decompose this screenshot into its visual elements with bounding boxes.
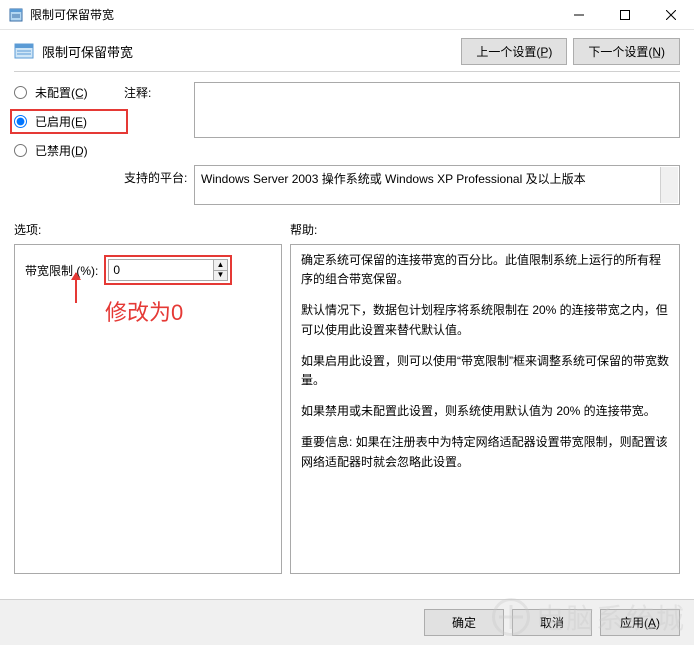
annotation-arrow-icon [75, 273, 77, 303]
previous-setting-button[interactable]: 上一个设置(P̲) [461, 38, 567, 65]
top-grid: 未配置(C̲) 已启用(E̲) 已禁用(D̲) 注释: [14, 82, 680, 159]
options-panel: 带宽限制 (%): ▲ ▼ 修改为0 [14, 244, 282, 574]
radio-not-configured-label: 未配置(C̲) [35, 84, 88, 101]
platform-label: 支持的平台: [124, 165, 194, 186]
window-titlebar: 限制可保留带宽 [0, 0, 694, 30]
platform-box: Windows Server 2003 操作系统或 Windows XP Pro… [194, 165, 680, 205]
ok-button[interactable]: 确定 [424, 609, 504, 636]
help-paragraph: 默认情况下，数据包计划程序将系统限制在 20% 的连接带宽之内，但可以使用此设置… [301, 301, 669, 339]
spin-up-button[interactable]: ▲ [214, 260, 228, 271]
next-setting-button[interactable]: 下一个设置(N̲) [573, 38, 680, 65]
help-panel[interactable]: 确定系统可保留的连接带宽的百分比。此值限制系统上运行的所有程序的组合带宽保留。 … [290, 244, 680, 574]
content-area: 限制可保留带宽 上一个设置(P̲) 下一个设置(N̲) 未配置(C̲) 已启用(… [0, 30, 694, 574]
radio-disabled-input[interactable] [14, 144, 27, 157]
bandwidth-row: 带宽限制 (%): ▲ ▼ [25, 255, 271, 285]
options-section-label: 选项: [14, 221, 282, 238]
help-paragraph: 如果禁用或未配置此设置，则系统使用默认值为 20% 的连接带宽。 [301, 402, 669, 421]
maximize-button[interactable] [602, 0, 648, 30]
comment-textarea[interactable] [194, 82, 680, 138]
comment-label: 注释: [124, 82, 194, 159]
bandwidth-input[interactable] [109, 260, 212, 280]
header-buttons: 上一个设置(P̲) 下一个设置(N̲) [461, 38, 680, 65]
radio-enabled[interactable]: 已启用(E̲) [14, 113, 122, 130]
divider [14, 71, 680, 72]
close-button[interactable] [648, 0, 694, 30]
platform-value: Windows Server 2003 操作系统或 Windows XP Pro… [201, 172, 586, 186]
page-title: 限制可保留带宽 [42, 42, 133, 61]
header-row: 限制可保留带宽 上一个设置(P̲) 下一个设置(N̲) [14, 38, 680, 65]
spin-down-button[interactable]: ▼ [214, 271, 228, 281]
header-left: 限制可保留带宽 [14, 42, 133, 62]
titlebar-left: 限制可保留带宽 [8, 6, 114, 23]
two-column-area: 带宽限制 (%): ▲ ▼ 修改为0 确定系统可保留的连接带宽的百分比。此值限制… [14, 244, 680, 574]
spinner-buttons: ▲ ▼ [213, 260, 228, 280]
radio-disabled-label: 已禁用(D̲) [35, 142, 88, 159]
state-radio-group: 未配置(C̲) 已启用(E̲) 已禁用(D̲) [14, 82, 124, 159]
radio-disabled[interactable]: 已禁用(D̲) [14, 142, 124, 159]
help-paragraph: 如果启用此设置，则可以使用“带宽限制”框来调整系统可保留的带宽数量。 [301, 352, 669, 390]
policy-icon [14, 42, 34, 62]
platform-row: 支持的平台: Windows Server 2003 操作系统或 Windows… [14, 165, 680, 205]
annotation-text: 修改为0 [105, 295, 183, 327]
radio-enabled-highlight: 已启用(E̲) [10, 109, 128, 134]
bandwidth-spinner[interactable]: ▲ ▼ [108, 259, 228, 281]
radio-not-configured[interactable]: 未配置(C̲) [14, 84, 124, 101]
section-labels: 选项: 帮助: [14, 221, 680, 238]
help-section-label: 帮助: [290, 221, 680, 238]
cancel-button[interactable]: 取消 [512, 609, 592, 636]
radio-not-configured-input[interactable] [14, 86, 27, 99]
titlebar-controls [556, 0, 694, 29]
app-icon [8, 7, 24, 23]
radio-enabled-input[interactable] [14, 115, 27, 128]
minimize-button[interactable] [556, 0, 602, 30]
bandwidth-label: 带宽限制 (%): [25, 262, 98, 279]
apply-button[interactable]: 应用(A̲) [600, 609, 680, 636]
radio-enabled-label: 已启用(E̲) [35, 113, 87, 130]
window-title: 限制可保留带宽 [30, 6, 114, 23]
footer-bar: 确定 取消 应用(A̲) [0, 599, 694, 645]
help-paragraph: 确定系统可保留的连接带宽的百分比。此值限制系统上运行的所有程序的组合带宽保留。 [301, 251, 669, 289]
help-paragraph: 重要信息: 如果在注册表中为特定网络适配器设置带宽限制，则配置该网络适配器时就会… [301, 433, 669, 471]
bandwidth-spinner-highlight: ▲ ▼ [104, 255, 232, 285]
